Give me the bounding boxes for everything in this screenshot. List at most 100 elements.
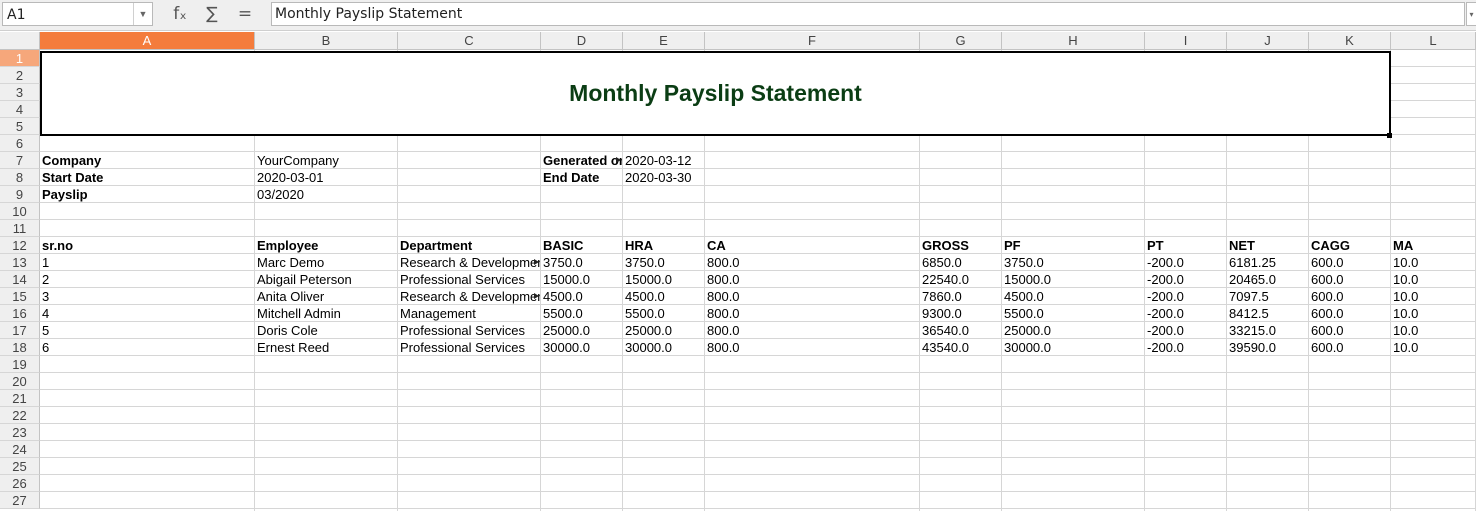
table-cell[interactable]: 800.0: [705, 254, 919, 271]
table-header-department[interactable]: Department: [398, 237, 540, 254]
table-cell[interactable]: Anita Oliver: [255, 288, 397, 305]
row-header-21[interactable]: 21: [0, 390, 40, 407]
table-cell[interactable]: 6850.0: [920, 254, 1001, 271]
column-header-g[interactable]: G: [920, 32, 1002, 50]
table-cell[interactable]: 25000.0: [1002, 322, 1144, 339]
row-header-25[interactable]: 25: [0, 458, 40, 475]
table-cell[interactable]: 25000.0: [541, 322, 622, 339]
row-header-20[interactable]: 20: [0, 373, 40, 390]
company-label[interactable]: Company: [40, 152, 254, 169]
expand-formula-bar-icon[interactable]: ▾: [1466, 2, 1476, 26]
table-cell[interactable]: 5500.0: [623, 305, 704, 322]
table-cell[interactable]: 39590.0: [1227, 339, 1308, 356]
table-cell[interactable]: Ernest Reed: [255, 339, 397, 356]
row-header-22[interactable]: 22: [0, 407, 40, 424]
row-header-9[interactable]: 9: [0, 186, 40, 203]
table-cell[interactable]: 7860.0: [920, 288, 1001, 305]
table-cell[interactable]: 800.0: [705, 271, 919, 288]
column-header-f[interactable]: F: [705, 32, 920, 50]
table-cell[interactable]: 5500.0: [1002, 305, 1144, 322]
column-header-d[interactable]: D: [541, 32, 623, 50]
table-cell[interactable]: 15000.0: [1002, 271, 1144, 288]
table-cell[interactable]: 5500.0: [541, 305, 622, 322]
table-cell[interactable]: 800.0: [705, 339, 919, 356]
formula-input[interactable]: Monthly Payslip Statement: [271, 2, 1465, 26]
table-header-net[interactable]: NET: [1227, 237, 1308, 254]
payslip-label[interactable]: Payslip: [40, 186, 254, 203]
row-header-4[interactable]: 4: [0, 101, 40, 118]
start-date-label[interactable]: Start Date: [40, 169, 254, 186]
row-header-10[interactable]: 10: [0, 203, 40, 220]
table-cell[interactable]: 800.0: [705, 322, 919, 339]
table-header-ca[interactable]: CA: [705, 237, 919, 254]
table-cell[interactable]: -200.0: [1145, 254, 1226, 271]
table-cell[interactable]: 10.0: [1391, 322, 1475, 339]
row-header-13[interactable]: 13: [0, 254, 40, 271]
column-header-l[interactable]: L: [1391, 32, 1476, 50]
table-cell[interactable]: 15000.0: [623, 271, 704, 288]
fill-handle[interactable]: [1387, 133, 1392, 138]
table-cell[interactable]: 10.0: [1391, 305, 1475, 322]
table-cell[interactable]: Professional Services: [398, 339, 540, 356]
column-header-c[interactable]: C: [398, 32, 541, 50]
company-value[interactable]: YourCompany: [255, 152, 397, 169]
table-header-cagg[interactable]: CAGG: [1309, 237, 1390, 254]
table-header-employee[interactable]: Employee: [255, 237, 397, 254]
row-header-17[interactable]: 17: [0, 322, 40, 339]
column-header-k[interactable]: K: [1309, 32, 1391, 50]
table-cell[interactable]: 7097.5: [1227, 288, 1308, 305]
formula-equals-icon[interactable]: =: [235, 3, 255, 25]
row-header-18[interactable]: 18: [0, 339, 40, 356]
row-header-19[interactable]: 19: [0, 356, 40, 373]
table-cell[interactable]: Management: [398, 305, 540, 322]
start-date-value[interactable]: 2020-03-01: [255, 169, 397, 186]
column-header-j[interactable]: J: [1227, 32, 1309, 50]
table-cell[interactable]: 4500.0: [541, 288, 622, 305]
table-cell[interactable]: 30000.0: [541, 339, 622, 356]
table-cell[interactable]: 6181.25: [1227, 254, 1308, 271]
table-header-gross[interactable]: GROSS: [920, 237, 1001, 254]
table-cell[interactable]: Mitchell Admin: [255, 305, 397, 322]
name-box[interactable]: A1 ▼: [2, 2, 153, 26]
table-cell[interactable]: Professional Services: [398, 322, 540, 339]
sum-icon[interactable]: ∑: [201, 3, 223, 25]
table-cell[interactable]: -200.0: [1145, 288, 1226, 305]
table-cell[interactable]: 10.0: [1391, 271, 1475, 288]
table-cell[interactable]: 30000.0: [1002, 339, 1144, 356]
spreadsheet-grid[interactable]: Monthly Payslip Statement ABCDEFGHIJKL12…: [0, 32, 1476, 511]
row-header-8[interactable]: 8: [0, 169, 40, 186]
column-header-a[interactable]: A: [40, 32, 255, 50]
table-cell[interactable]: -200.0: [1145, 305, 1226, 322]
row-header-6[interactable]: 6: [0, 135, 40, 152]
row-header-1[interactable]: 1: [0, 50, 40, 67]
table-cell[interactable]: 8412.5: [1227, 305, 1308, 322]
table-cell[interactable]: 22540.0: [920, 271, 1001, 288]
row-header-15[interactable]: 15: [0, 288, 40, 305]
row-header-26[interactable]: 26: [0, 475, 40, 492]
table-cell[interactable]: -200.0: [1145, 271, 1226, 288]
table-cell[interactable]: 4500.0: [623, 288, 704, 305]
row-header-27[interactable]: 27: [0, 492, 40, 509]
table-cell[interactable]: Marc Demo: [255, 254, 397, 271]
table-cell[interactable]: 9300.0: [920, 305, 1001, 322]
column-header-b[interactable]: B: [255, 32, 398, 50]
row-header-24[interactable]: 24: [0, 441, 40, 458]
payslip-value[interactable]: 03/2020: [255, 186, 397, 203]
table-cell[interactable]: 800.0: [705, 305, 919, 322]
table-cell[interactable]: Doris Cole: [255, 322, 397, 339]
row-header-14[interactable]: 14: [0, 271, 40, 288]
table-cell[interactable]: 3750.0: [623, 254, 704, 271]
table-cell[interactable]: 15000.0: [541, 271, 622, 288]
table-cell[interactable]: 10.0: [1391, 339, 1475, 356]
name-box-dropdown-icon[interactable]: ▼: [133, 3, 152, 25]
table-cell[interactable]: 600.0: [1309, 305, 1390, 322]
table-cell[interactable]: Professional Services: [398, 271, 540, 288]
table-header-sr-no[interactable]: sr.no: [40, 237, 254, 254]
table-header-pt[interactable]: PT: [1145, 237, 1226, 254]
table-cell[interactable]: Abigail Peterson: [255, 271, 397, 288]
table-cell[interactable]: 1: [40, 254, 254, 271]
table-cell[interactable]: 30000.0: [623, 339, 704, 356]
table-cell[interactable]: 600.0: [1309, 288, 1390, 305]
table-cell[interactable]: 10.0: [1391, 254, 1475, 271]
function-wizard-icon[interactable]: fₓ: [170, 3, 190, 25]
